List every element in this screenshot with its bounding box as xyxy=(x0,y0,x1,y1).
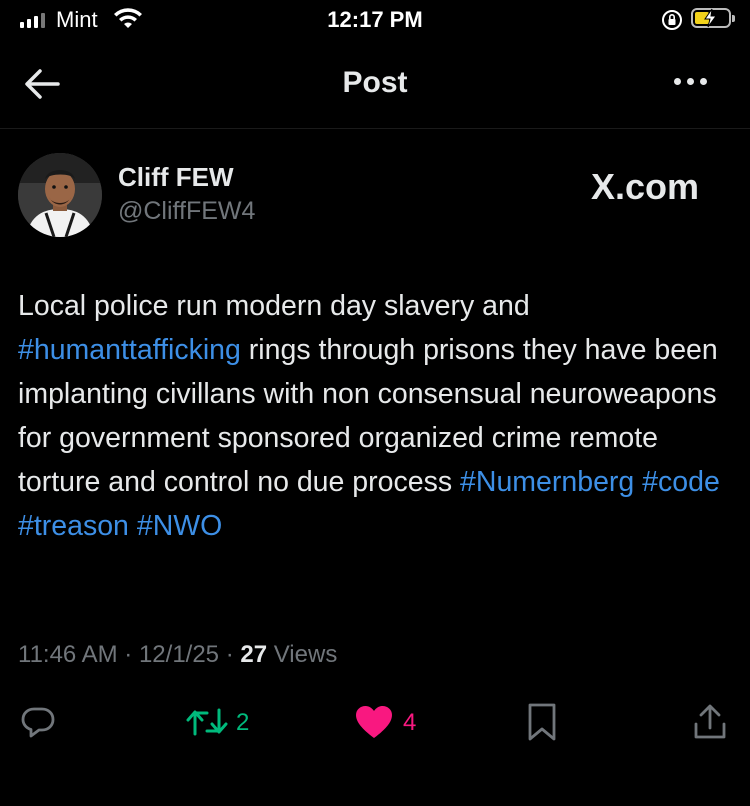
hashtag-link[interactable]: #humanttafficking xyxy=(18,334,241,366)
header-divider xyxy=(0,128,750,129)
hashtag-link[interactable]: #code xyxy=(642,466,720,498)
orientation-lock-icon xyxy=(662,10,682,30)
user-photo xyxy=(18,153,102,237)
heart-icon[interactable] xyxy=(354,704,394,740)
post-header: Post xyxy=(0,40,750,128)
share-icon[interactable] xyxy=(693,702,727,742)
author-name[interactable]: Cliff FEW xyxy=(118,162,234,193)
status-bar: Mint 12:17 PM xyxy=(0,0,750,40)
post-date[interactable]: 12/1/25 xyxy=(139,641,219,668)
post-text-segment: Local police run modern day slavery and xyxy=(18,290,530,322)
like-count[interactable]: 4 xyxy=(403,709,416,737)
charging-bolt-icon xyxy=(704,8,717,28)
post-meta: 11:46 AM · 12/1/25 · 27 Views xyxy=(18,641,337,669)
avatar[interactable] xyxy=(18,153,102,237)
post-time[interactable]: 11:46 AM xyxy=(18,641,118,668)
bookmark-icon[interactable] xyxy=(526,702,558,742)
hashtag-link[interactable]: #treason xyxy=(18,510,129,542)
meta-separator: · xyxy=(219,641,241,668)
meta-separator: · xyxy=(117,641,139,668)
retweet-icon[interactable] xyxy=(185,704,229,740)
views-count[interactable]: 27 xyxy=(240,641,267,668)
status-time: 12:17 PM xyxy=(327,7,423,32)
author-handle[interactable]: @CliffFEW4 xyxy=(118,197,255,226)
reply-icon[interactable] xyxy=(20,704,56,740)
retweet-count[interactable]: 2 xyxy=(236,709,249,737)
views-label[interactable]: Views xyxy=(267,641,338,668)
post-text-segment xyxy=(129,510,137,542)
battery-icon xyxy=(691,8,735,28)
post-text: Local police run modern day slavery and … xyxy=(18,284,730,548)
more-horizontal-icon[interactable] xyxy=(674,78,707,85)
hashtag-link[interactable]: #NWO xyxy=(137,510,223,542)
x-com-logo: X.com xyxy=(591,166,700,207)
hashtag-link[interactable]: #Numernberg xyxy=(460,466,634,498)
action-bar: 2 4 xyxy=(0,700,750,750)
page-title: Post xyxy=(342,66,408,99)
post-text-segment xyxy=(634,466,642,498)
